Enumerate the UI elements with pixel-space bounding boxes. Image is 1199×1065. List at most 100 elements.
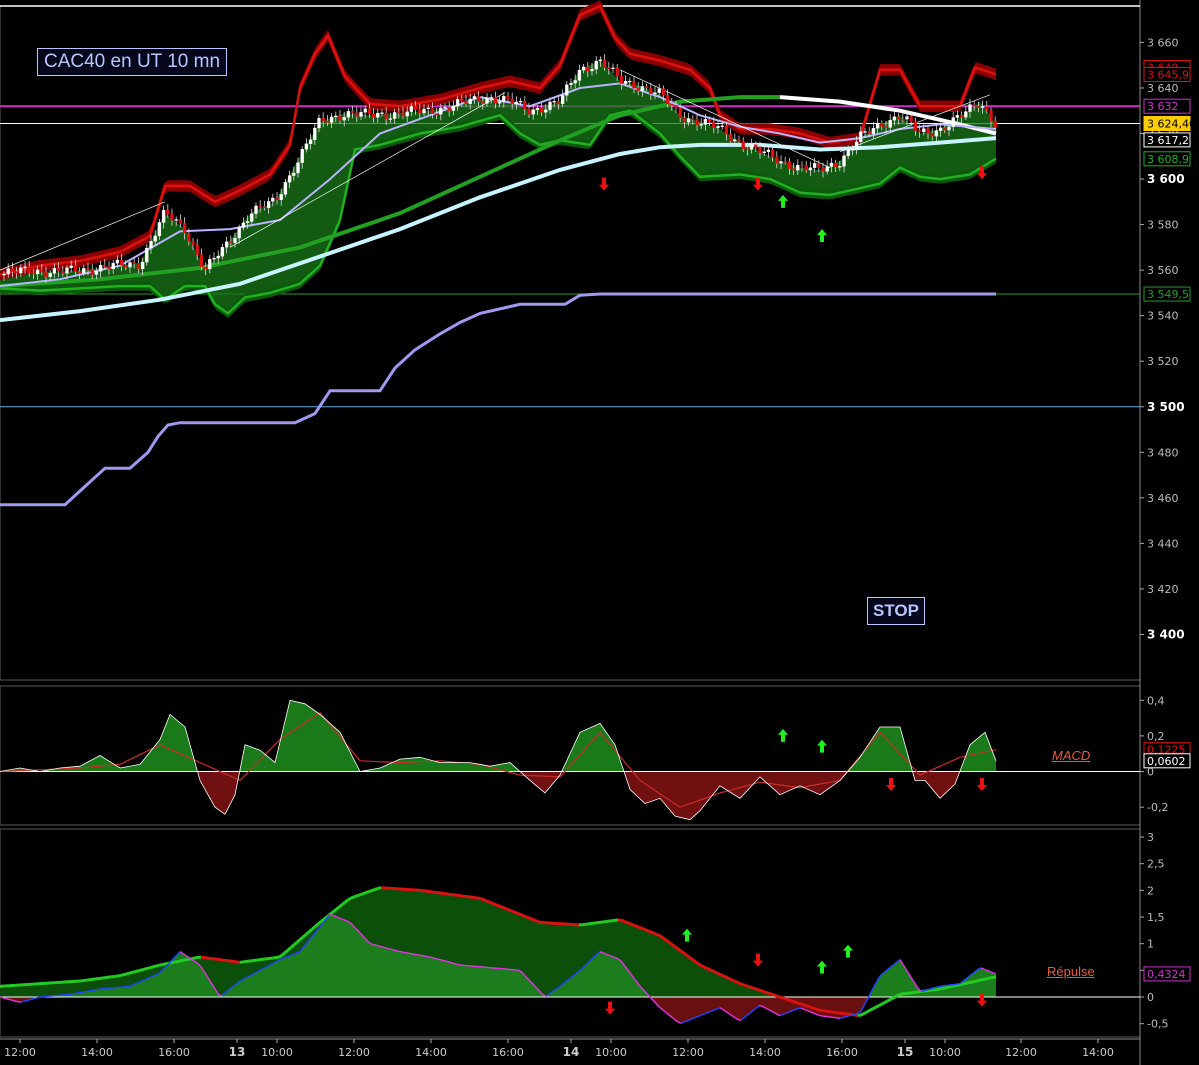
stop-label: STOP xyxy=(867,597,925,625)
repulse-signal-segment xyxy=(794,1000,799,1005)
repulse-area xyxy=(444,960,447,997)
repulse-signal-segment xyxy=(185,957,190,962)
candle-body xyxy=(691,118,695,120)
repulse-signal-segment xyxy=(182,958,187,962)
candle-body xyxy=(128,262,132,268)
repulse-area xyxy=(252,973,255,997)
x-tick-label: 16:00 xyxy=(158,1046,190,1059)
arrow-shape xyxy=(817,960,827,974)
repulse-cloud xyxy=(564,923,567,984)
repulse-cloud xyxy=(603,921,606,955)
repulse-signal-segment xyxy=(314,922,319,928)
x-tick-label: 10:00 xyxy=(261,1046,293,1059)
arrow-shape xyxy=(753,953,763,967)
candle-body xyxy=(292,172,296,176)
repulse-line-segment xyxy=(851,1013,856,1016)
repulse-cloud xyxy=(627,922,630,973)
y-tick-label: 0,2 xyxy=(1147,730,1165,743)
repulse-cloud xyxy=(720,974,723,997)
buy-arrow xyxy=(682,928,692,942)
candle-body xyxy=(875,123,880,129)
candle-body xyxy=(993,121,997,128)
repulse-cloud xyxy=(708,968,711,997)
candle-body xyxy=(686,118,691,123)
macd-area xyxy=(780,771,800,795)
repulse-line-segment xyxy=(128,984,133,988)
candle-body xyxy=(951,117,955,127)
repulse-line-segment xyxy=(389,948,394,951)
candle-body xyxy=(917,130,922,133)
macd-area xyxy=(700,771,720,811)
repulse-signal-segment xyxy=(158,963,163,967)
candle-body xyxy=(502,96,506,102)
repulse-cloud xyxy=(552,923,555,993)
repulse-area xyxy=(246,976,249,997)
repulse-line-segment xyxy=(74,992,79,995)
candle-body xyxy=(556,101,561,104)
repulse-area xyxy=(354,926,357,997)
candle-body xyxy=(61,271,65,274)
repulse-signal-segment xyxy=(758,988,763,993)
candle-body xyxy=(65,267,69,274)
macd-area xyxy=(630,771,645,804)
repulse-cloud xyxy=(426,891,429,957)
repulse-signal-segment xyxy=(680,949,685,955)
repulse-line-segment xyxy=(395,949,400,953)
candle-body xyxy=(208,259,212,270)
repulse-cloud xyxy=(615,919,618,959)
candle-body xyxy=(737,139,741,142)
candle-body xyxy=(674,104,678,108)
repulse-line-segment xyxy=(14,1000,19,1003)
repulse-cloud xyxy=(477,897,480,967)
arrow-shape xyxy=(778,194,788,208)
repulse-line-segment xyxy=(92,988,97,991)
repulse-signal-segment xyxy=(938,987,943,991)
repulse-cloud xyxy=(408,889,411,954)
repulse-cloud xyxy=(483,899,486,968)
repulse-signal-segment xyxy=(377,886,382,890)
candle-body xyxy=(712,122,716,129)
repulse-line-segment xyxy=(434,957,439,960)
repulse-cloud xyxy=(570,924,573,979)
repulse-line-segment xyxy=(452,962,457,965)
repulse-signal-segment xyxy=(374,886,379,891)
repulse-cloud xyxy=(369,890,372,945)
repulse-area xyxy=(900,959,903,997)
repulse-area xyxy=(990,971,993,997)
repulse-cloud xyxy=(348,897,351,924)
y-tick-label: -0,2 xyxy=(1147,801,1168,814)
repulse-signal-segment xyxy=(752,986,757,991)
repulse-area xyxy=(711,997,714,1012)
repulse-area xyxy=(693,997,696,1019)
candle-body xyxy=(250,213,254,222)
candle-body xyxy=(103,264,107,267)
value-label-text: 3 632 xyxy=(1147,100,1179,113)
candle-body xyxy=(577,69,582,81)
repulse-cloud xyxy=(696,962,699,997)
candle-body xyxy=(611,67,615,70)
repulse-signal-segment xyxy=(668,941,673,946)
candle-body xyxy=(98,264,103,272)
repulse-line-segment xyxy=(374,944,379,947)
repulse-area xyxy=(975,969,978,997)
repulse-cloud xyxy=(60,982,63,996)
repulse-area xyxy=(744,997,747,1018)
repulse-cloud xyxy=(519,913,522,973)
repulse-signal-segment xyxy=(698,962,703,968)
candle-body xyxy=(157,222,162,237)
repulse-line-segment xyxy=(839,1016,844,1020)
candle-body xyxy=(279,194,283,200)
repulse-area xyxy=(150,976,153,997)
repulse-signal-segment xyxy=(731,978,736,983)
candle-body xyxy=(266,201,271,208)
repulse-line-segment xyxy=(422,955,427,958)
repulse-signal-segment xyxy=(128,971,133,975)
repulse-signal-segment xyxy=(515,911,520,916)
candle-body xyxy=(913,121,918,131)
candle-body xyxy=(980,106,985,108)
repulse-cloud xyxy=(669,942,672,997)
repulse-signal-segment xyxy=(986,976,991,981)
candle-body xyxy=(338,115,342,121)
repulse-cloud xyxy=(36,983,39,997)
candle-body xyxy=(367,108,372,115)
